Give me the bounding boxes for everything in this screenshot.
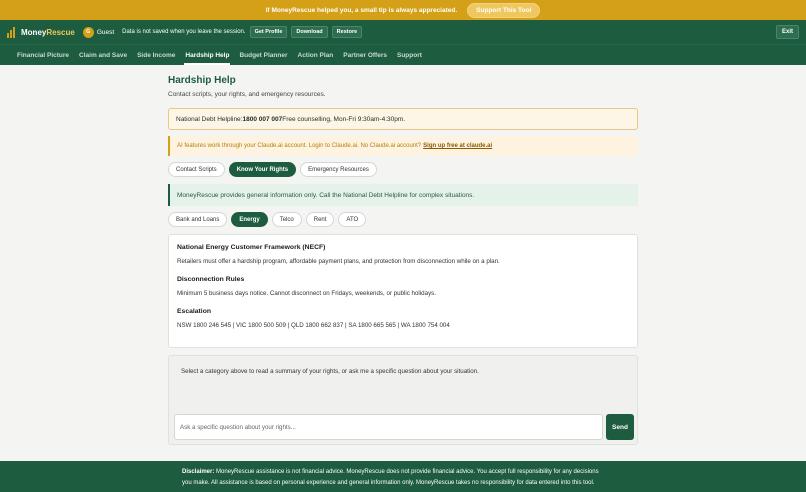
footer-disclaimer: Disclaimer: MoneyRescue assistance is no… — [0, 461, 806, 492]
category-ato[interactable]: ATO — [338, 212, 367, 227]
nav-action-plan[interactable]: Action Plan — [293, 45, 339, 65]
main-nav: Financial Picture Claim and Save Side In… — [0, 44, 806, 65]
nav-financial-picture[interactable]: Financial Picture — [12, 45, 74, 65]
page-title: Hardship Help — [168, 75, 236, 86]
necf-heading: National Energy Customer Framework (NECF… — [177, 244, 326, 251]
tab-emergency-resources[interactable]: Emergency Resources — [300, 162, 377, 177]
user-name: Guest — [96, 28, 115, 36]
get-profile-button[interactable]: Get Profile — [249, 26, 288, 38]
session-notice: Data is not saved when you leave the ses… — [122, 29, 246, 35]
disconnection-text: Minimum 5 business days notice. Cannot d… — [177, 290, 436, 297]
category-rent[interactable]: Rent — [305, 212, 335, 227]
category-tabs: Bank and Loans Energy Telco Rent ATO — [168, 212, 638, 227]
signup-link[interactable]: Sign up free at claude.ai — [423, 143, 492, 149]
ai-notice-text: AI features work through your Claude.ai … — [177, 143, 422, 149]
send-button[interactable]: Send — [606, 414, 634, 440]
nav-budget-planner[interactable]: Budget Planner — [234, 45, 292, 65]
main-content: Hardship Help Contact scripts, your righ… — [168, 65, 638, 445]
disclaimer-line-1: Disclaimer: MoneyRescue assistance is no… — [182, 467, 806, 478]
category-energy[interactable]: Energy — [231, 212, 268, 227]
section-tabs: Contact Scripts Know Your Rights Emergen… — [168, 162, 638, 177]
helpline-number: 1800 007 007 — [242, 115, 283, 123]
nav-hardship-help[interactable]: Hardship Help — [180, 45, 234, 65]
chat-panel: Select a category above to read a summar… — [168, 355, 638, 445]
promo-text: If MoneyRescue helped you, a small tip i… — [265, 6, 458, 14]
disclaimer-text-2: you make. All assistance is based on per… — [182, 480, 595, 486]
escalation-contacts: NSW 1800 246 545 | VIC 1800 500 509 | QL… — [177, 322, 450, 329]
nav-claim-and-save[interactable]: Claim and Save — [74, 45, 132, 65]
helpline-prefix: National Debt Helpline: — [176, 115, 243, 123]
nav-partner-offers[interactable]: Partner Offers — [338, 45, 392, 65]
exit-button[interactable]: Exit — [775, 25, 799, 39]
category-bank-and-loans[interactable]: Bank and Loans — [168, 212, 228, 227]
download-button[interactable]: Download — [291, 26, 328, 38]
disclaimer-label: Disclaimer: — [182, 469, 215, 475]
brand-logo[interactable]: MoneyRescue — [21, 28, 75, 37]
tab-contact-scripts[interactable]: Contact Scripts — [168, 162, 225, 177]
avatar: G — [82, 26, 94, 38]
chat-input[interactable] — [174, 414, 603, 440]
restore-button[interactable]: Restore — [331, 26, 363, 38]
disconnection-heading: Disconnection Rules — [177, 276, 245, 283]
app-header: MoneyRescue G Guest Data is not saved wh… — [0, 20, 806, 44]
chat-hint: Select a category above to read a summar… — [181, 368, 479, 375]
user-badge: G Guest — [82, 26, 115, 38]
page-subtitle: Contact scripts, your rights, and emerge… — [168, 91, 326, 98]
ai-notice: AI features work through your Claude.ai … — [168, 136, 638, 156]
necf-text: Retailers must offer a hardship program,… — [177, 258, 500, 265]
nav-support[interactable]: Support — [392, 45, 427, 65]
disclaimer-text-1: MoneyRescue assistance is not financial … — [214, 469, 599, 475]
tab-know-your-rights[interactable]: Know Your Rights — [228, 162, 297, 177]
helpline-hours: Free counselling, Mon-Fri 9:30am-4:30pm. — [282, 115, 406, 123]
info-banner: MoneyRescue provides general information… — [168, 184, 638, 206]
brand-rescue: Rescue — [46, 27, 75, 37]
nav-side-income[interactable]: Side Income — [132, 45, 180, 65]
escalation-heading: Escalation — [177, 308, 211, 315]
rights-summary-card: National Energy Customer Framework (NECF… — [168, 234, 638, 348]
category-telco[interactable]: Telco — [271, 212, 302, 227]
logo-bars-icon — [7, 26, 17, 38]
helpline-banner: National Debt Helpline: 1800 007 007 Fre… — [168, 108, 638, 130]
promo-bar: If MoneyRescue helped you, a small tip i… — [0, 0, 806, 20]
support-tool-button[interactable]: Support This Tool — [467, 2, 541, 18]
brand-money: Money — [21, 27, 47, 37]
